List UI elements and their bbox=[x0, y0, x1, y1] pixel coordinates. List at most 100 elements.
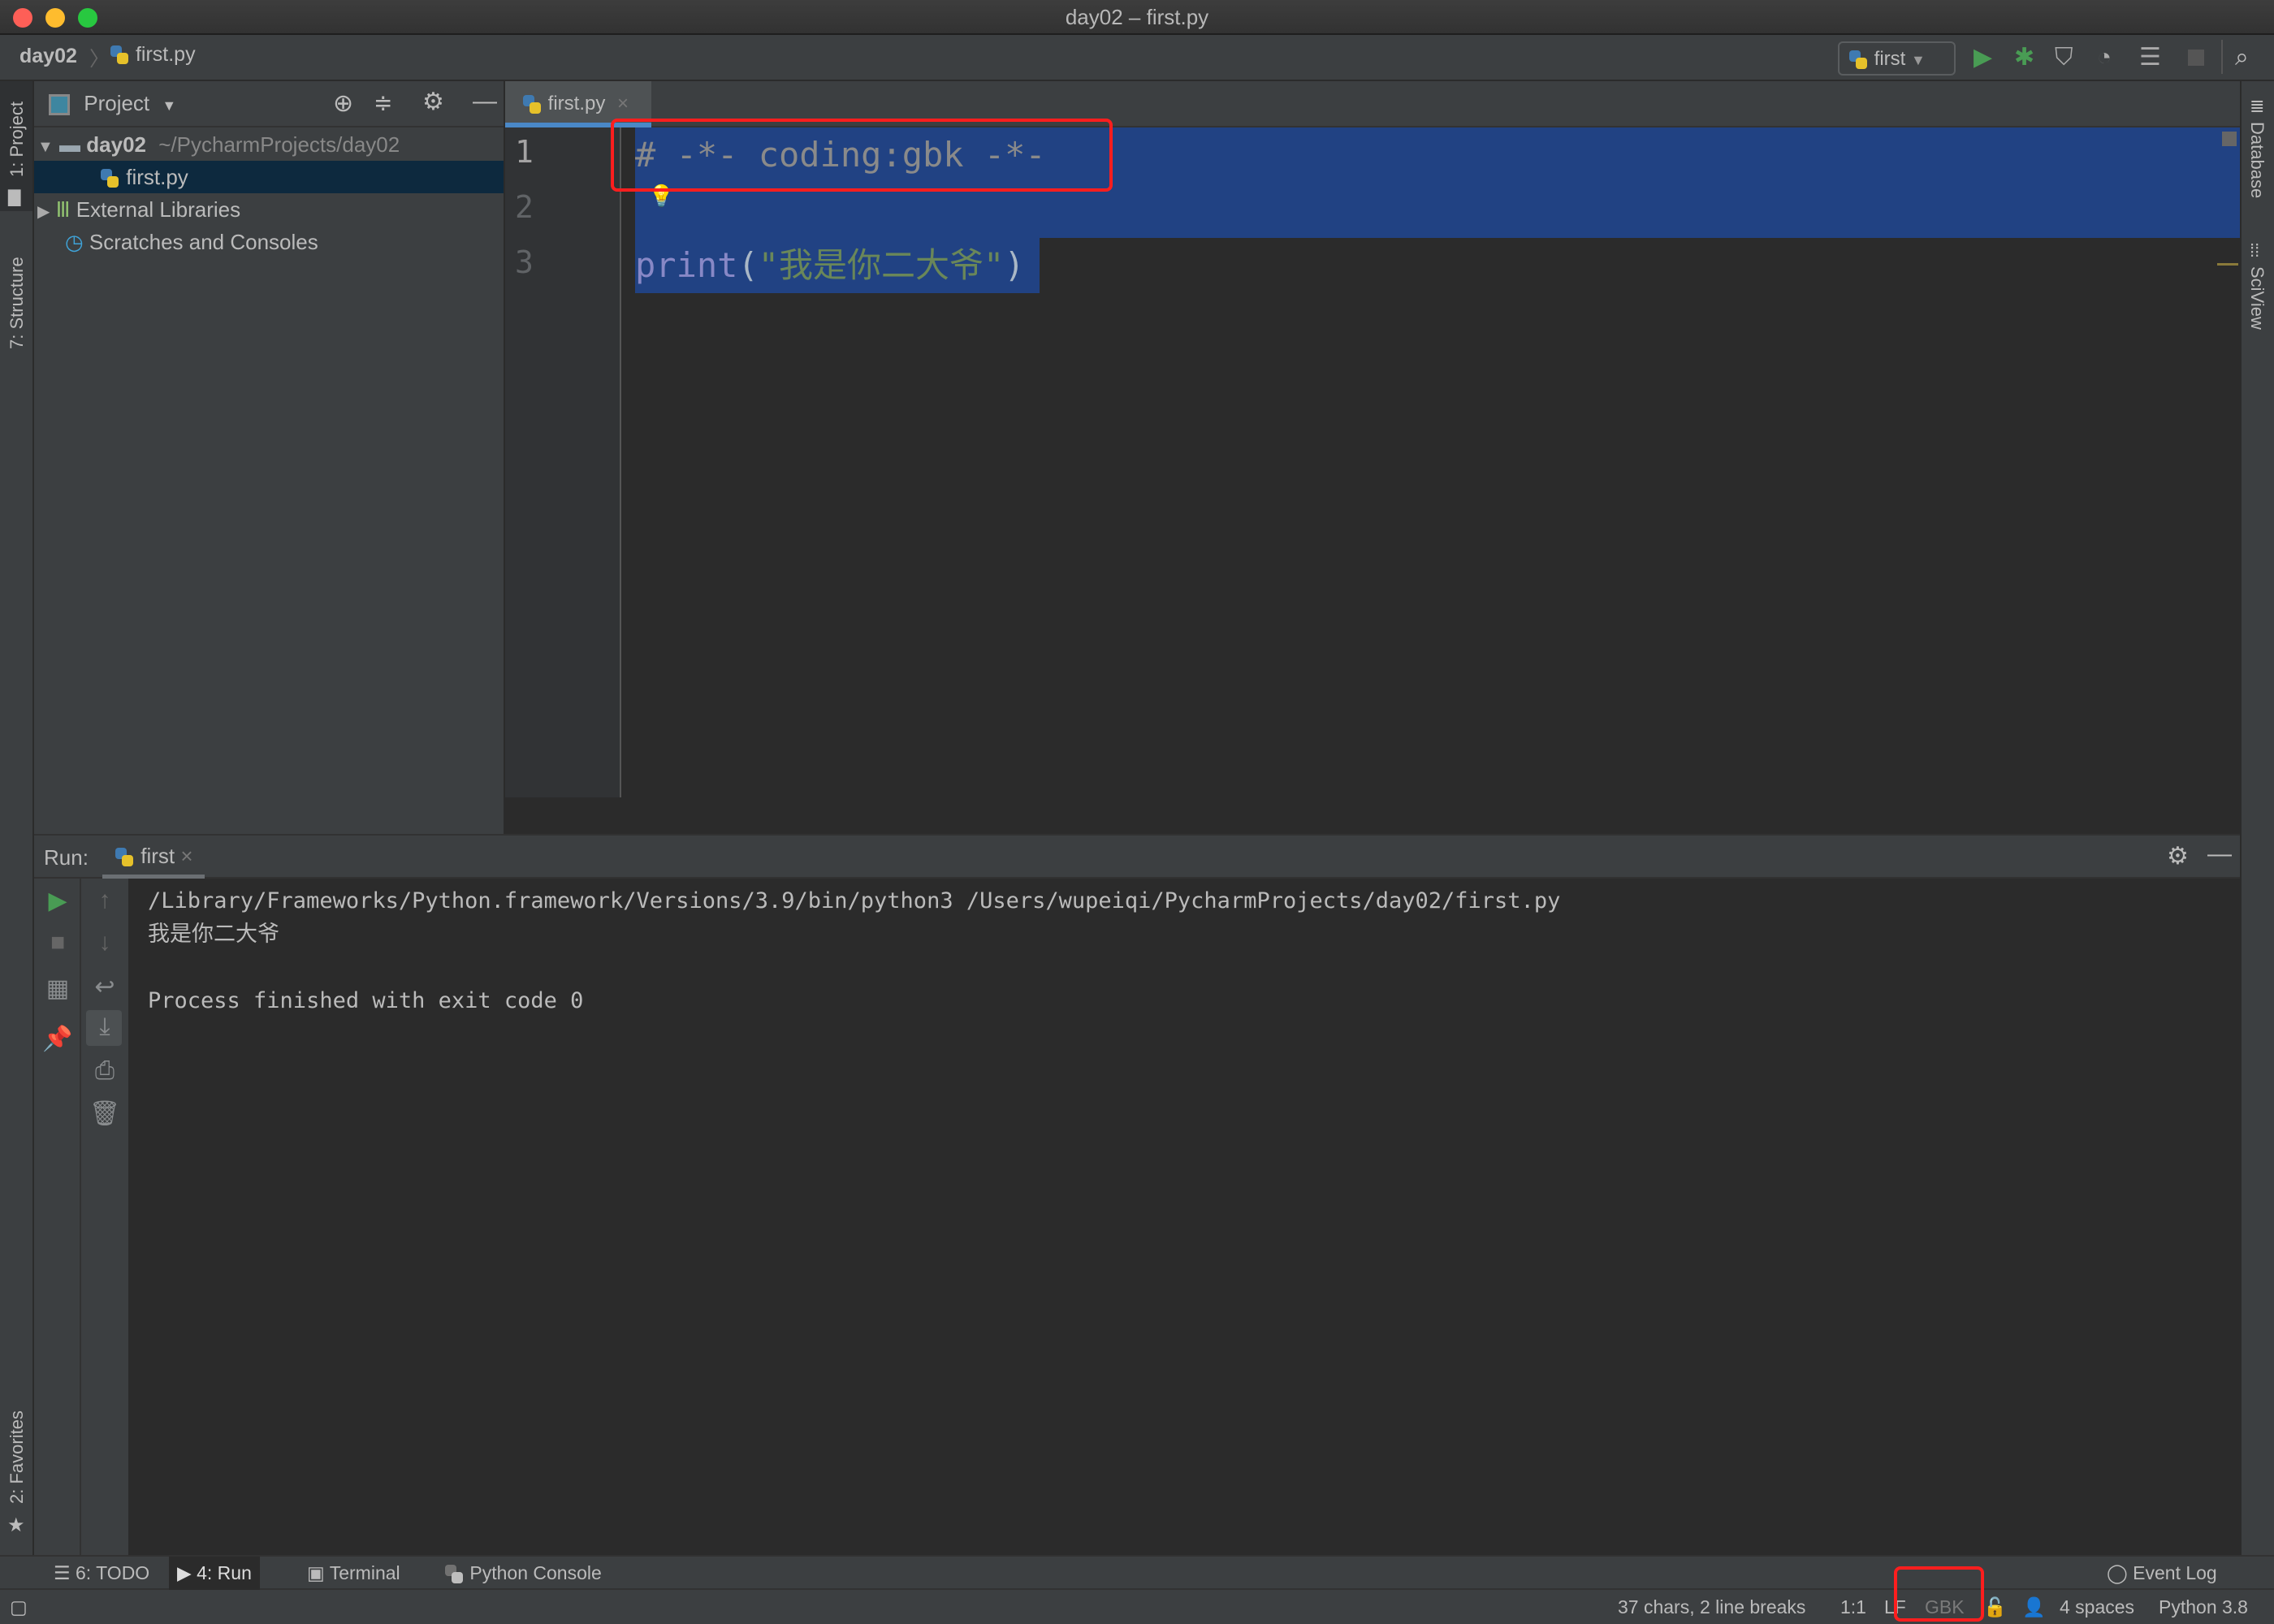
star-icon: ★ bbox=[7, 1514, 25, 1536]
play-icon: ▶ bbox=[177, 1562, 192, 1583]
tree-item-day02[interactable]: ▼ ▬ day02 ~/PycharmProjects/day02 bbox=[34, 128, 504, 161]
inspection-indicator[interactable] bbox=[2222, 132, 2237, 146]
arrow-up-icon[interactable]: ↑ bbox=[81, 887, 128, 914]
console-output[interactable]: /Library/Frameworks/Python.framework/Ver… bbox=[148, 884, 1560, 1017]
terminal-label: Terminal bbox=[329, 1562, 400, 1583]
project-tool-button[interactable]: 1: Project ▇ bbox=[0, 81, 32, 211]
run-panel: Run: first × ⚙ — ▶ ■ ▦ 📌 ↑ ↓ ↩ ⤓ ⎙ 🗑 /Li… bbox=[34, 834, 2240, 1557]
lock-icon[interactable]: 🔓 bbox=[1983, 1596, 2007, 1618]
tab-label: first.py bbox=[547, 93, 606, 114]
print-icon[interactable]: ⎙ bbox=[81, 1057, 128, 1085]
run-label: 4: Run bbox=[197, 1562, 252, 1583]
right-tool-stripe: ≣ Database ⁞⁞ SciView bbox=[2240, 81, 2274, 1555]
pin-icon[interactable]: 📌 bbox=[34, 1025, 81, 1053]
console-line: 我是你二大爷 bbox=[148, 922, 279, 947]
folder-icon: ▬ bbox=[59, 132, 81, 157]
console-line: Process finished with exit code 0 bbox=[148, 988, 584, 1013]
line-number: 1 bbox=[515, 134, 534, 170]
close-tab-icon[interactable]: × bbox=[180, 844, 192, 868]
project-panel: Project ▼ ⊕ ≑ ⚙ — ▼ ▬ day02 ~/PycharmPro… bbox=[34, 81, 505, 834]
minimize-icon[interactable]: — bbox=[2207, 840, 2232, 868]
chevron-down-icon: ▼ bbox=[1911, 52, 1926, 68]
stop-icon[interactable] bbox=[2188, 50, 2204, 66]
run-configuration-dropdown[interactable]: first ▼ bbox=[1838, 41, 1956, 76]
terminal-icon: ▣ bbox=[307, 1562, 325, 1583]
structure-tool-button[interactable]: 7: Structure bbox=[6, 257, 28, 349]
run-toolbar-primary: ▶ ■ ▦ 📌 bbox=[34, 879, 81, 1557]
caret-position[interactable]: 1:1 bbox=[1840, 1596, 1866, 1618]
title-bar: day02 – first.py bbox=[0, 0, 2274, 35]
coverage-icon[interactable]: ⛉ bbox=[2055, 43, 2073, 72]
profile-icon[interactable]: ◔ bbox=[2097, 43, 2112, 72]
minimize-icon[interactable]: — bbox=[473, 88, 497, 115]
collapsed-arrow-icon[interactable]: ▶ bbox=[37, 203, 50, 221]
soft-wrap-icon[interactable]: ↩ bbox=[81, 973, 128, 1001]
line-number: 2 bbox=[515, 189, 534, 225]
search-icon[interactable]: ⌕ bbox=[2235, 43, 2249, 72]
code-string: "我是你二大爷" bbox=[758, 245, 1005, 285]
event-log-tab[interactable]: ◯ Event Log bbox=[2099, 1557, 2225, 1590]
tree-item-scratches[interactable]: ◷ Scratches and Consoles bbox=[34, 226, 504, 258]
window-title: day02 – first.py bbox=[1065, 5, 1209, 29]
project-view-dropdown[interactable]: Project bbox=[84, 91, 149, 115]
chevron-down-icon[interactable]: ▼ bbox=[162, 97, 176, 114]
highlight-box-coding bbox=[611, 119, 1113, 192]
database-tool-button[interactable]: Database bbox=[2246, 122, 2268, 198]
arrow-down-icon[interactable]: ↓ bbox=[81, 929, 128, 957]
python-console-tab[interactable]: Python Console bbox=[435, 1557, 610, 1590]
editor[interactable]: first.py × 1 2 3 # -*- coding:gbk -*- 💡 … bbox=[505, 81, 2240, 834]
python-console-label: Python Console bbox=[469, 1562, 602, 1583]
tree-item-first-py[interactable]: first.py bbox=[34, 161, 504, 193]
python-icon bbox=[1848, 49, 1869, 71]
close-tab-icon[interactable]: × bbox=[617, 93, 629, 114]
todo-tab[interactable]: ☰ 6: TODO bbox=[45, 1557, 158, 1590]
run-label: Run: bbox=[44, 845, 89, 870]
sciview-tool-button[interactable]: SciView bbox=[2246, 266, 2268, 330]
run-tab-label: first bbox=[141, 844, 175, 868]
expanded-arrow-icon[interactable]: ▼ bbox=[37, 138, 54, 156]
breadcrumb-project[interactable]: day02 bbox=[19, 45, 77, 68]
inspector-icon[interactable]: 👤 bbox=[2022, 1596, 2046, 1618]
tree-item-external-libraries[interactable]: ▶ Ⅲ External Libraries bbox=[34, 193, 504, 226]
python-file-icon bbox=[109, 44, 130, 67]
stop-icon[interactable]: ■ bbox=[34, 929, 81, 957]
code-function: print bbox=[635, 245, 738, 285]
project-tool-label: 1: Project bbox=[6, 102, 27, 177]
code-paren: ) bbox=[1004, 245, 1025, 285]
database-icon: ≣ bbox=[2250, 96, 2265, 116]
favorites-tool-button[interactable]: 2: Favorites bbox=[6, 1410, 28, 1504]
navigation-bar: day02 〉 first.py first ▼ ▶ ✱ ⛉ ◔ ☰ ⌕ bbox=[0, 35, 2274, 81]
code-line-3[interactable]: print("我是你二大爷") bbox=[635, 238, 1025, 293]
highlight-box-encoding bbox=[1894, 1566, 1984, 1622]
collapse-all-icon[interactable]: ≑ bbox=[374, 89, 392, 116]
run-tab-first[interactable]: first × bbox=[102, 836, 205, 879]
run-icon[interactable]: ▶ bbox=[1974, 43, 1992, 72]
rerun-icon[interactable]: ▶ bbox=[34, 887, 81, 915]
trash-icon[interactable]: 🗑 bbox=[81, 1099, 128, 1128]
breadcrumb-file-label: first.py bbox=[135, 43, 196, 66]
layout-icon[interactable]: ▦ bbox=[34, 974, 81, 1003]
scroll-to-end-icon: ⤓ bbox=[99, 1013, 110, 1040]
error-stripe-mark[interactable] bbox=[2217, 263, 2238, 266]
toggle-tool-windows-icon[interactable]: ▢ bbox=[10, 1596, 28, 1618]
gear-icon[interactable]: ⚙ bbox=[2167, 842, 2189, 870]
concurrency-icon[interactable]: ☰ bbox=[2139, 43, 2161, 72]
python-interpreter[interactable]: Python 3.8 bbox=[2159, 1596, 2248, 1618]
python-file-icon bbox=[99, 167, 120, 190]
external-libraries-label: External Libraries bbox=[76, 197, 241, 222]
left-tool-stripe: 1: Project ▇ 7: Structure 2: Favorites ★ bbox=[0, 81, 34, 1555]
indent-setting[interactable]: 4 spaces bbox=[2060, 1596, 2134, 1618]
file-name: first.py bbox=[126, 165, 188, 189]
run-tool-tab[interactable]: ▶ 4: Run bbox=[169, 1557, 260, 1590]
console-line: /Library/Frameworks/Python.framework/Ver… bbox=[148, 888, 1561, 914]
speech-bubble-icon: ◯ bbox=[2107, 1562, 2128, 1583]
breadcrumb-file[interactable]: first.py bbox=[109, 43, 196, 67]
sciview-icon: ⁞⁞ bbox=[2250, 240, 2260, 261]
gear-icon[interactable]: ⚙ bbox=[422, 88, 444, 116]
debug-icon[interactable]: ✱ bbox=[2014, 43, 2034, 72]
terminal-tab[interactable]: ▣ Terminal bbox=[299, 1557, 409, 1590]
library-icon: Ⅲ bbox=[55, 197, 71, 222]
run-toolbar-secondary: ↑ ↓ ↩ ⤓ ⎙ 🗑 bbox=[81, 879, 128, 1557]
locate-icon[interactable]: ⊕ bbox=[333, 89, 353, 118]
